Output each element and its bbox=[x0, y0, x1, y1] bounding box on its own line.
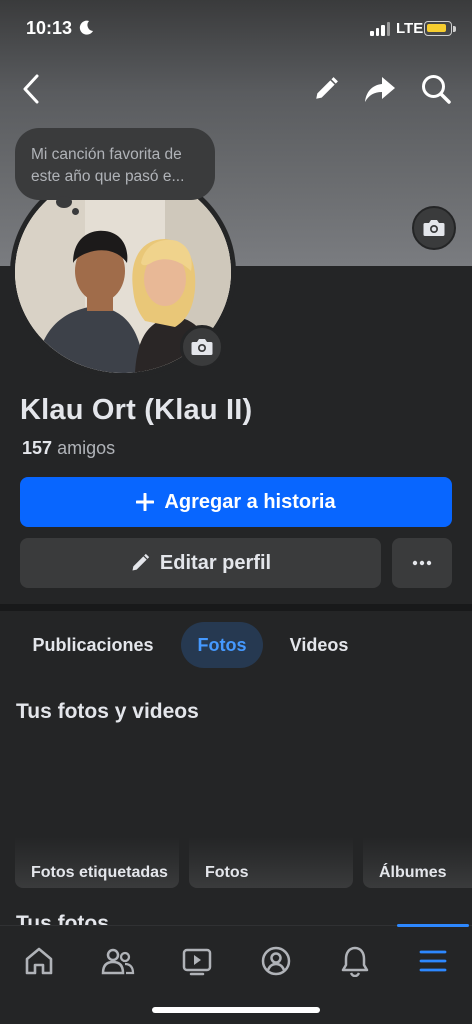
status-bar: 10:13 LTE bbox=[0, 0, 472, 58]
friends-label: amigos bbox=[57, 438, 116, 458]
search-button[interactable] bbox=[417, 70, 455, 108]
tab-label: Publicaciones bbox=[32, 634, 154, 655]
friends-icon bbox=[101, 948, 135, 975]
nav-notifications[interactable] bbox=[330, 938, 380, 984]
camera-icon bbox=[423, 220, 445, 236]
network-type: LTE bbox=[396, 20, 424, 37]
nav-friends[interactable] bbox=[93, 938, 143, 984]
album-photos[interactable]: Fotos bbox=[189, 742, 353, 888]
camera-icon bbox=[191, 339, 213, 355]
avatar-camera-button[interactable] bbox=[180, 325, 224, 369]
album-albums[interactable]: Álbumes bbox=[363, 742, 472, 888]
search-icon bbox=[422, 75, 451, 104]
tab-label: Fotos bbox=[197, 634, 247, 655]
share-icon bbox=[365, 77, 395, 102]
nav-home[interactable] bbox=[14, 938, 64, 984]
menu-icon bbox=[419, 950, 447, 972]
tab-publicaciones[interactable]: Publicaciones bbox=[16, 622, 170, 668]
profile-note[interactable]: Mi canción favorita de este año que pasó… bbox=[15, 128, 215, 200]
note-text-line1: Mi canción favorita de bbox=[31, 146, 182, 163]
home-indicator[interactable] bbox=[152, 1007, 320, 1013]
bell-icon bbox=[341, 946, 369, 977]
note-bubble-tail-dot bbox=[72, 208, 79, 215]
section-title: Tus fotos y videos bbox=[16, 700, 199, 723]
nav-profile[interactable] bbox=[251, 938, 301, 984]
profile-icon bbox=[261, 946, 291, 976]
moon-icon bbox=[79, 20, 93, 35]
nav-video[interactable] bbox=[172, 938, 222, 984]
friends-count[interactable]: 157 amigos bbox=[22, 438, 115, 459]
nav-menu[interactable] bbox=[408, 938, 458, 984]
tab-videos[interactable]: Videos bbox=[278, 622, 360, 668]
friends-number: 157 bbox=[22, 438, 53, 458]
active-tab-indicator bbox=[397, 924, 469, 927]
pencil-icon bbox=[316, 77, 338, 99]
note-text-line2: este año que pasó e... bbox=[31, 168, 185, 185]
edit-profile-label: Editar perfil bbox=[159, 551, 272, 574]
pencil-icon bbox=[132, 553, 150, 571]
album-tagged-photos[interactable]: Fotos etiquetadas bbox=[15, 742, 179, 888]
home-icon bbox=[25, 947, 53, 975]
share-button[interactable] bbox=[361, 70, 399, 108]
album-label: Fotos etiquetadas bbox=[31, 864, 168, 881]
chevron-left-icon bbox=[23, 74, 39, 104]
plus-icon bbox=[136, 493, 155, 511]
more-options-button[interactable] bbox=[392, 538, 452, 588]
album-label: Fotos bbox=[205, 864, 249, 881]
status-time: 10:13 bbox=[26, 18, 73, 38]
tab-label: Videos bbox=[289, 634, 349, 655]
profile-name: Klau Ort (Klau II) bbox=[20, 394, 253, 426]
more-dots-icon bbox=[412, 560, 432, 566]
tab-fotos[interactable]: Fotos bbox=[181, 622, 263, 668]
battery-icon bbox=[424, 21, 452, 36]
note-bubble-tail bbox=[56, 196, 72, 208]
add-to-story-button[interactable]: Agregar a historia bbox=[20, 477, 452, 527]
section-divider bbox=[0, 604, 472, 611]
album-label: Álbumes bbox=[379, 864, 447, 881]
back-button[interactable] bbox=[12, 70, 50, 108]
edit-profile-button[interactable]: Editar perfil bbox=[20, 538, 381, 588]
signal-icon bbox=[370, 22, 390, 36]
edit-button[interactable] bbox=[307, 70, 345, 108]
cover-camera-button[interactable] bbox=[412, 206, 456, 250]
video-icon bbox=[182, 948, 212, 976]
add-to-story-label: Agregar a historia bbox=[164, 490, 336, 513]
profile-tabs: Publicaciones Fotos Videos bbox=[0, 622, 472, 668]
